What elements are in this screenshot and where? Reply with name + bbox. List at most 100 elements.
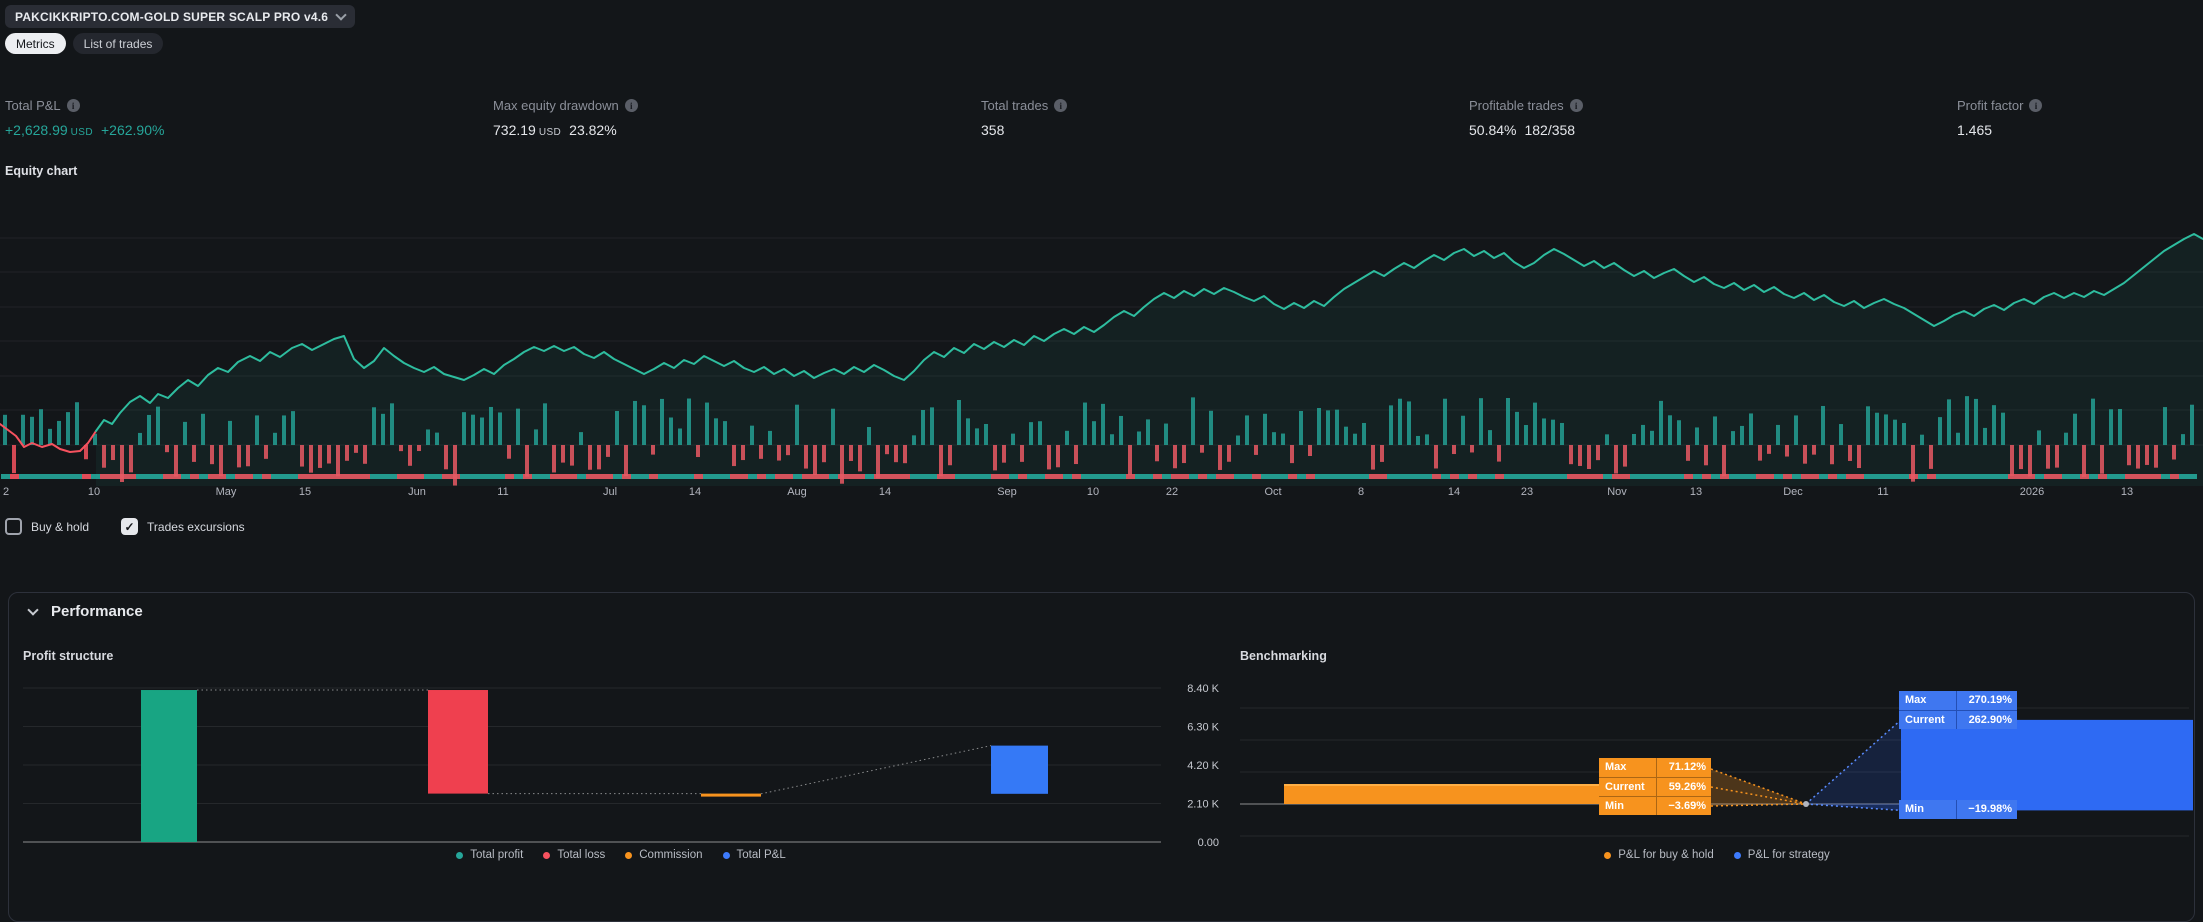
performance-title: Performance bbox=[51, 603, 143, 620]
stat-extra: +262.90% bbox=[101, 122, 164, 138]
equity-chart-svg bbox=[0, 168, 2203, 486]
x-axis-tick-label: Nov bbox=[1607, 486, 1627, 498]
blue-dot-icon bbox=[1734, 852, 1741, 859]
x-axis-tick-label: 2 bbox=[3, 486, 9, 498]
performance-collapse-header[interactable]: Performance bbox=[29, 603, 143, 620]
x-axis-tick-label: 13 bbox=[1690, 486, 1702, 498]
stat-row-value: −3.69% bbox=[1657, 797, 1711, 815]
stat-unit: USD bbox=[71, 127, 93, 138]
svg-text:0.00: 0.00 bbox=[1198, 837, 1219, 849]
svg-text:4.20 K: 4.20 K bbox=[1187, 760, 1219, 772]
stat-profit-factor: Profit factori 1.465 bbox=[1957, 98, 2042, 138]
stat-extra: 182/358 bbox=[1524, 122, 1575, 138]
stat-row-label: Max bbox=[1899, 691, 1957, 710]
x-axis-tick-label: Jun bbox=[408, 486, 426, 498]
x-axis-tick-label: 11 bbox=[497, 486, 508, 498]
legend-label: Total P&L bbox=[737, 849, 786, 861]
stat-row-value: 71.12% bbox=[1657, 758, 1711, 777]
legend-total-pl[interactable]: Total P&L bbox=[723, 849, 786, 861]
legend-pl-strategy[interactable]: P&L for strategy bbox=[1734, 849, 1830, 861]
report-tabs: Metrics List of trades bbox=[5, 33, 163, 54]
equity-chart-options: Buy & hold Trades excursions bbox=[5, 518, 245, 535]
buy-hold-stats-box: Max71.12% Current59.26% Min−3.69% bbox=[1599, 758, 1711, 815]
stat-label: Total P&L bbox=[5, 98, 61, 113]
stat-row-value: 262.90% bbox=[1957, 711, 2017, 729]
legend-pl-buy-hold[interactable]: P&L for buy & hold bbox=[1604, 849, 1713, 861]
info-icon[interactable]: i bbox=[1054, 99, 1067, 112]
checkbox-label: Buy & hold bbox=[31, 520, 89, 534]
x-axis-tick-label: 10 bbox=[88, 486, 100, 498]
stat-value: 1.465 bbox=[1957, 122, 1992, 138]
profit-structure-chart-svg: 8.40 K 6.30 K 4.20 K 2.10 K 0.00 bbox=[15, 661, 1227, 861]
legend-label: Total profit bbox=[470, 849, 523, 861]
strategy-name: PAKCIKKRIPTO.COM-GOLD SUPER SCALP PRO v4… bbox=[15, 10, 328, 24]
stat-label: Profitable trades bbox=[1469, 98, 1564, 113]
performance-section: Performance Profit structure Benchmarkin… bbox=[8, 592, 2195, 922]
checkbox-unchecked-icon[interactable] bbox=[5, 518, 22, 535]
x-axis-tick-label: 10 bbox=[1087, 486, 1099, 498]
stat-row-value: 59.26% bbox=[1657, 778, 1711, 796]
chevron-down-icon bbox=[27, 604, 38, 615]
equity-x-axis: 210May15Jun11Jul14Aug14Sep1022Oct81423No… bbox=[0, 486, 2203, 500]
stat-total-trades: Total trades i 358 bbox=[981, 98, 1067, 138]
x-axis-tick-label: 15 bbox=[299, 486, 311, 498]
info-icon[interactable]: i bbox=[1570, 99, 1583, 112]
svg-text:2.10 K: 2.10 K bbox=[1187, 799, 1219, 811]
x-axis-tick-label: 13 bbox=[2121, 486, 2133, 498]
x-axis-tick-label: 2026 bbox=[2020, 486, 2044, 498]
x-axis-tick-label: 14 bbox=[879, 486, 891, 498]
info-icon[interactable]: i bbox=[67, 99, 80, 112]
teal-dot-icon bbox=[456, 852, 463, 859]
stat-extra: 23.82% bbox=[569, 122, 616, 138]
strategy-min-box: Min−19.98% bbox=[1899, 800, 2017, 819]
info-icon[interactable]: i bbox=[2029, 99, 2042, 112]
red-dot-icon bbox=[543, 852, 550, 859]
stat-profitable-trades: Profitable trades i 50.84% 182/358 bbox=[1469, 98, 1583, 138]
buy-and-hold-toggle[interactable]: Buy & hold bbox=[5, 518, 89, 535]
x-axis-tick-label: Aug bbox=[787, 486, 807, 498]
stat-row-label: Current bbox=[1899, 711, 1957, 729]
x-axis-tick-label: Dec bbox=[1783, 486, 1803, 498]
x-axis-tick-label: Oct bbox=[1264, 486, 1281, 498]
x-axis-tick-label: Sep bbox=[997, 486, 1017, 498]
benchmarking-legend: P&L for buy & hold P&L for strategy bbox=[1237, 849, 2197, 861]
strategy-stats-box: Max270.19% Current262.90% bbox=[1899, 691, 2017, 729]
stat-value: 50.84% bbox=[1469, 122, 1516, 138]
x-axis-tick-label: 23 bbox=[1521, 486, 1533, 498]
benchmarking-chart-svg bbox=[1237, 661, 2197, 861]
legend-label: P&L for buy & hold bbox=[1618, 849, 1713, 861]
stat-row-label: Current bbox=[1599, 778, 1657, 796]
stat-row-label: Min bbox=[1899, 800, 1957, 819]
chevron-down-icon bbox=[335, 9, 346, 20]
stat-value: 358 bbox=[981, 122, 1004, 138]
profit-structure-legend: Total profit Total loss Commission Total… bbox=[15, 849, 1227, 861]
stat-row-label: Min bbox=[1599, 797, 1657, 815]
checkbox-checked-icon[interactable] bbox=[121, 518, 138, 535]
trades-excursions-toggle[interactable]: Trades excursions bbox=[121, 518, 245, 535]
legend-commission[interactable]: Commission bbox=[625, 849, 702, 861]
strategy-selector[interactable]: PAKCIKKRIPTO.COM-GOLD SUPER SCALP PRO v4… bbox=[5, 5, 355, 28]
blue-dot-icon bbox=[723, 852, 730, 859]
stat-row-label: Max bbox=[1599, 758, 1657, 777]
legend-total-profit[interactable]: Total profit bbox=[456, 849, 523, 861]
info-icon[interactable]: i bbox=[625, 99, 638, 112]
legend-label: Commission bbox=[639, 849, 702, 861]
x-axis-tick-label: 11 bbox=[1877, 486, 1888, 498]
orange-dot-icon bbox=[625, 852, 632, 859]
x-axis-tick-label: 8 bbox=[1358, 486, 1364, 498]
x-axis-tick-label: May bbox=[216, 486, 237, 498]
x-axis-tick-label: 22 bbox=[1166, 486, 1178, 498]
svg-text:6.30 K: 6.30 K bbox=[1187, 722, 1219, 734]
legend-total-loss[interactable]: Total loss bbox=[543, 849, 605, 861]
svg-text:8.40 K: 8.40 K bbox=[1187, 683, 1219, 695]
stat-max-drawdown: Max equity drawdowni 732.19USD23.82% bbox=[493, 98, 638, 138]
tab-metrics[interactable]: Metrics bbox=[5, 33, 66, 54]
stat-label: Total trades bbox=[981, 98, 1048, 113]
tab-list-of-trades[interactable]: List of trades bbox=[73, 33, 164, 54]
stat-row-value: 270.19% bbox=[1957, 691, 2017, 710]
x-axis-tick-label: 14 bbox=[689, 486, 701, 498]
stat-value: +2,628.99 bbox=[5, 122, 68, 138]
orange-dot-icon bbox=[1604, 852, 1611, 859]
stat-value: 732.19 bbox=[493, 122, 536, 138]
x-axis-tick-label: Jul bbox=[603, 486, 617, 498]
